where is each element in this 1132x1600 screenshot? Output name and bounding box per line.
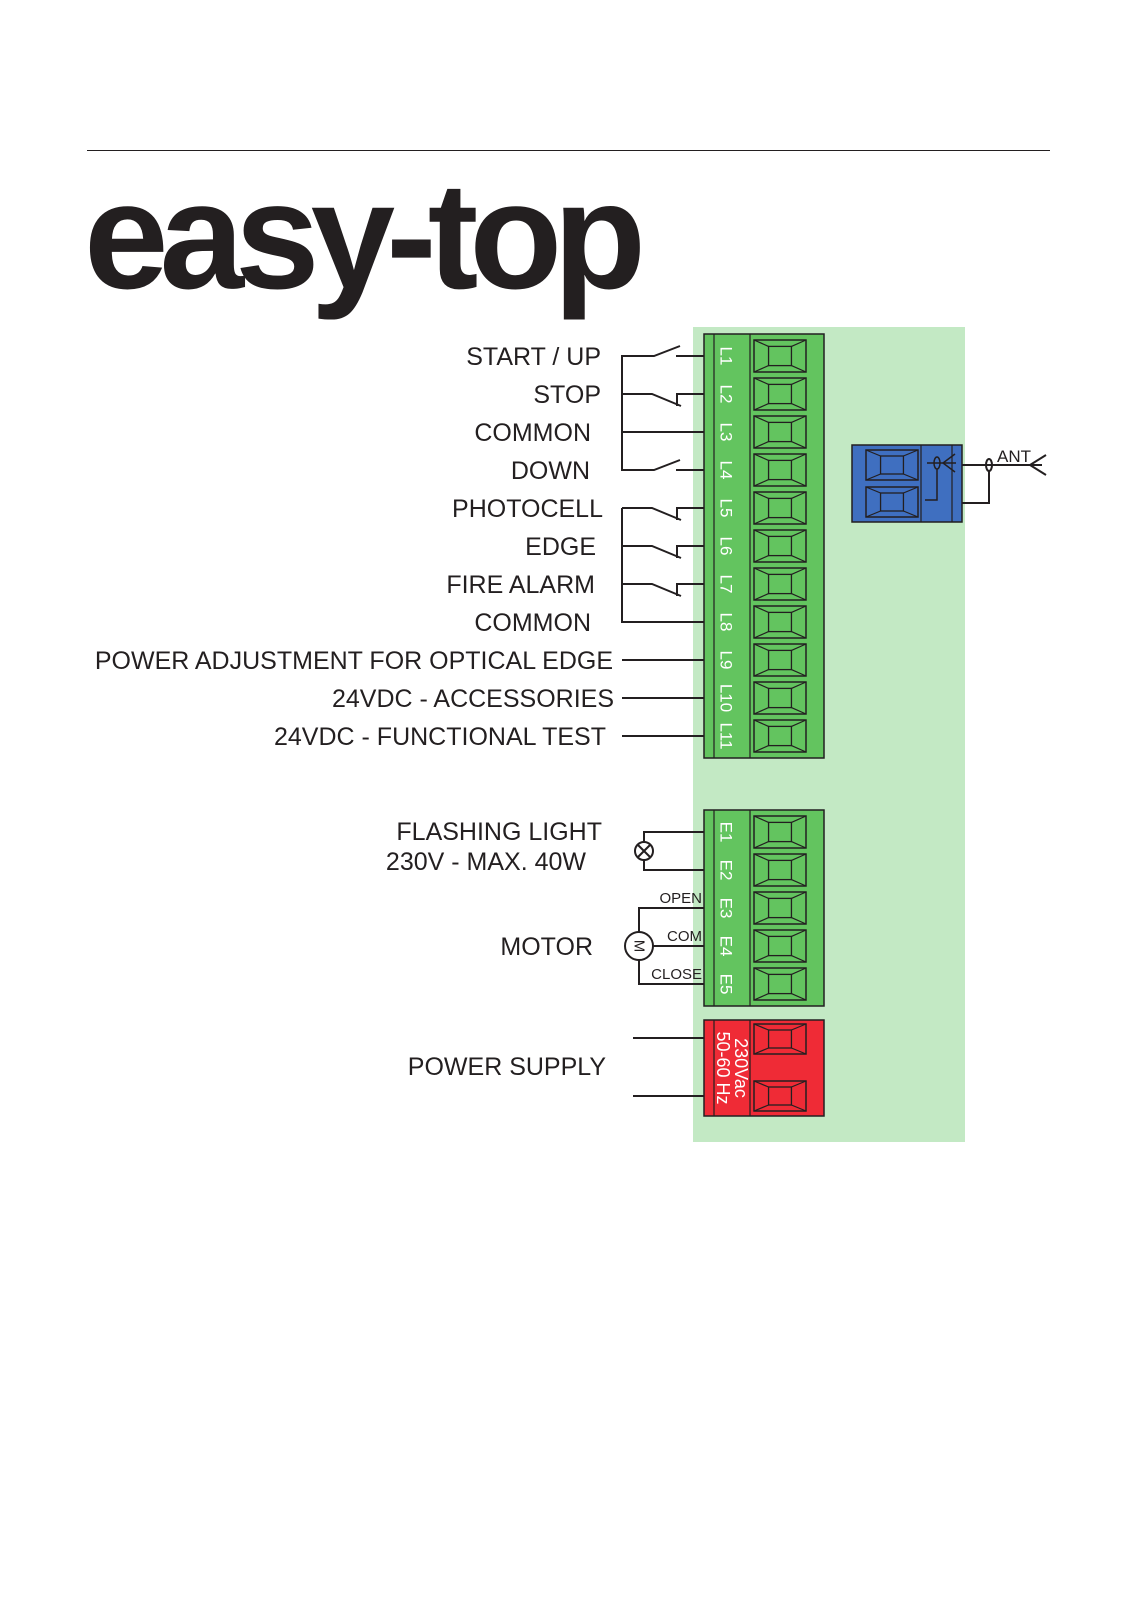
terminal-label-l7: L7 <box>717 575 736 594</box>
screw-terminal <box>753 929 807 963</box>
motor-symbol: M <box>631 940 648 953</box>
screw-terminal <box>753 339 807 373</box>
antenna-label: ANT <box>997 447 1031 466</box>
stop-switch <box>622 393 682 407</box>
label-photocell: PHOTOCELL <box>452 495 603 523</box>
power-supply-label: POWER SUPPLY <box>408 1053 607 1081</box>
screw-terminal <box>753 453 807 487</box>
label-start-up: START / UP <box>466 343 601 371</box>
terminal-label-l2: L2 <box>717 385 736 404</box>
antenna-terminal-block: ANT <box>851 444 1047 523</box>
label-fire-alarm: FIRE ALARM <box>446 571 595 599</box>
power-terminal-text: 230Vac <box>731 1038 751 1098</box>
label-common: COMMON <box>474 419 591 447</box>
wiring: M <box>621 345 704 1097</box>
terminal-label-l6: L6 <box>717 537 736 556</box>
screw-terminal <box>753 853 807 887</box>
terminal-label-e4: E4 <box>717 936 736 957</box>
down-switch <box>621 432 681 471</box>
fire-alarm-contact <box>622 583 682 597</box>
power-terminal-block: 230Vac50-60 Hz <box>703 1019 825 1117</box>
screw-terminal <box>753 529 807 563</box>
label-24vdc-accessories: 24VDC - ACCESSORIES <box>332 685 614 713</box>
terminal-label-e3: E3 <box>717 898 736 919</box>
screw-terminal <box>753 967 807 1001</box>
screw-terminal <box>753 1023 807 1055</box>
terminal-label-l11: L11 <box>717 722 736 749</box>
terminal-label-l4: L4 <box>717 461 736 480</box>
motor-wire-label-com: COM <box>667 928 702 945</box>
terminal-label-l3: L3 <box>717 423 736 442</box>
flashing-light-spec: 230V - MAX. 40W <box>386 848 586 876</box>
motor-wire-label-close: CLOSE <box>651 966 702 983</box>
label-stop: STOP <box>533 381 601 409</box>
screw-terminal <box>753 719 807 753</box>
screw-terminal <box>753 377 807 411</box>
terminal-label-l1: L1 <box>717 347 736 366</box>
common-wire <box>621 508 704 623</box>
screw-terminal <box>753 605 807 639</box>
screw-terminal <box>865 486 919 518</box>
screw-terminal <box>753 681 807 715</box>
screw-terminal <box>865 449 919 481</box>
motor-wire-label-open: OPEN <box>659 890 702 907</box>
wiring-diagram: L1 L2 L3 L4 L5 L6 L7 L8 L9 L10 L11 E1 E2 E3 E4 E5 230V… <box>95 327 1047 1142</box>
label-24vdc-functional-test: 24VDC - FUNCTIONAL TEST <box>274 723 606 751</box>
terminal-label-l5: L5 <box>717 499 736 518</box>
label-power-adjustment-for-optical-edge: POWER ADJUSTMENT FOR OPTICAL EDGE <box>95 647 613 675</box>
photocell-contact <box>622 507 682 521</box>
screw-terminal <box>753 1080 807 1112</box>
screw-terminal <box>753 567 807 601</box>
terminal-label-e5: E5 <box>717 974 736 995</box>
screw-terminal <box>753 891 807 925</box>
outputs-terminal-block: E1 E2 E3 E4 E5 <box>703 809 825 1007</box>
label-down: DOWN <box>511 457 590 485</box>
terminal-label-e2: E2 <box>717 860 736 881</box>
label-common: COMMON <box>474 609 591 637</box>
motor-label: MOTOR <box>500 933 593 961</box>
screw-terminal <box>753 491 807 525</box>
terminal-label-l9: L9 <box>717 651 736 670</box>
screw-terminal <box>753 815 807 849</box>
inputs-terminal-block: L1 L2 L3 L4 L5 L6 L7 L8 L9 L10 L11 <box>703 333 825 759</box>
terminal-label-l8: L8 <box>717 613 736 632</box>
edge-contact <box>622 545 682 559</box>
wire-labels: START / UP STOP COMMON DOWN PHOTOCELL EDGE FIR… <box>95 343 702 1081</box>
screw-terminal <box>753 643 807 677</box>
power-terminal-text: 50-60 Hz <box>713 1031 733 1104</box>
terminal-label-l10: L10 <box>717 684 736 712</box>
label-edge: EDGE <box>525 533 596 561</box>
flashing-light-label: FLASHING LIGHT <box>396 818 602 846</box>
start-up-switch <box>621 345 681 432</box>
terminal-label-e1: E1 <box>717 822 736 843</box>
screw-terminal <box>753 415 807 449</box>
